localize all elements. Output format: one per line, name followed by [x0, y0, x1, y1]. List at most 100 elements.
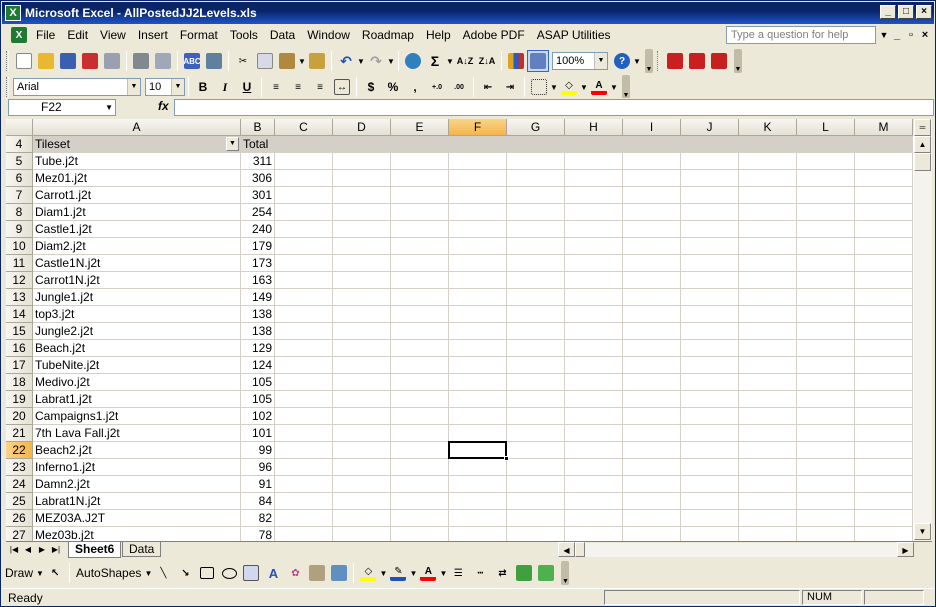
italic-button[interactable]: I	[214, 76, 236, 98]
cell-f14[interactable]	[449, 306, 507, 323]
cell-h19[interactable]	[565, 391, 623, 408]
select-objects-icon[interactable]: ↖	[44, 562, 66, 584]
align-center-icon[interactable]: ≡	[287, 76, 309, 98]
currency-button[interactable]: $	[360, 76, 382, 98]
fill-color-icon[interactable]: ◇	[357, 562, 379, 584]
format-painter-icon[interactable]	[306, 50, 328, 72]
copy-icon[interactable]	[254, 50, 276, 72]
split-box[interactable]: ═	[914, 119, 931, 136]
cell-h15[interactable]	[565, 323, 623, 340]
cell-m7[interactable]	[855, 187, 913, 204]
cell-l15[interactable]	[797, 323, 855, 340]
cell-i21[interactable]	[623, 425, 681, 442]
cell-d4[interactable]	[333, 136, 391, 153]
cell-c15[interactable]	[275, 323, 333, 340]
align-right-icon[interactable]: ≡	[309, 76, 331, 98]
menu-data[interactable]: Data	[264, 24, 301, 46]
cell-j6[interactable]	[681, 170, 739, 187]
menu-adobe-pdf[interactable]: Adobe PDF	[457, 24, 531, 46]
cell-d14[interactable]	[333, 306, 391, 323]
cell-h20[interactable]	[565, 408, 623, 425]
cell-a17[interactable]: TubeNite.j2t	[33, 357, 241, 374]
cell-a9[interactable]: Castle1.j2t	[33, 221, 241, 238]
cell-b13[interactable]: 149	[241, 289, 275, 306]
column-header-k[interactable]: K	[739, 119, 797, 136]
workbook-icon[interactable]: X	[8, 24, 30, 46]
font-color-dropdown-icon[interactable]: ▼	[610, 83, 618, 92]
last-sheet-icon[interactable]: ▶|	[50, 543, 62, 556]
cell-g6[interactable]	[507, 170, 565, 187]
convert-to-pdf-icon[interactable]	[664, 50, 686, 72]
cut-icon[interactable]: ✂	[232, 50, 254, 72]
cell-b4[interactable]: Total	[241, 136, 275, 153]
cell-b26[interactable]: 82	[241, 510, 275, 527]
cell-d10[interactable]	[333, 238, 391, 255]
undo-icon[interactable]: ↶	[335, 50, 357, 72]
cell-f13[interactable]	[449, 289, 507, 306]
cell-d20[interactable]	[333, 408, 391, 425]
print-icon[interactable]	[130, 50, 152, 72]
menu-roadmap[interactable]: Roadmap	[356, 24, 420, 46]
cell-m9[interactable]	[855, 221, 913, 238]
font-select[interactable]: Arial ▼	[13, 78, 141, 96]
cell-m6[interactable]	[855, 170, 913, 187]
cell-m27[interactable]	[855, 527, 913, 541]
cell-m14[interactable]	[855, 306, 913, 323]
scroll-right-icon[interactable]: ▶	[897, 542, 914, 557]
cell-i8[interactable]	[623, 204, 681, 221]
cell-d27[interactable]	[333, 527, 391, 541]
cell-d18[interactable]	[333, 374, 391, 391]
row-header-20[interactable]: 20	[6, 408, 33, 425]
cell-h18[interactable]	[565, 374, 623, 391]
cell-h10[interactable]	[565, 238, 623, 255]
cell-c8[interactable]	[275, 204, 333, 221]
cell-m21[interactable]	[855, 425, 913, 442]
cell-c13[interactable]	[275, 289, 333, 306]
cell-k12[interactable]	[739, 272, 797, 289]
cell-f9[interactable]	[449, 221, 507, 238]
cell-d16[interactable]	[333, 340, 391, 357]
line-color-icon[interactable]: ✎	[387, 562, 409, 584]
cell-d6[interactable]	[333, 170, 391, 187]
cell-j17[interactable]	[681, 357, 739, 374]
cell-c27[interactable]	[275, 527, 333, 541]
cell-a4[interactable]: Tileset ▼	[33, 136, 241, 153]
doc-minimize-button[interactable]: _	[890, 28, 904, 42]
row-header-4[interactable]: 4	[6, 136, 33, 153]
cell-j26[interactable]	[681, 510, 739, 527]
toolbar-options-icon[interactable]: ▼	[645, 49, 653, 73]
cell-i12[interactable]	[623, 272, 681, 289]
cell-c14[interactable]	[275, 306, 333, 323]
cell-j20[interactable]	[681, 408, 739, 425]
menu-asap-utilities[interactable]: ASAP Utilities	[531, 24, 617, 46]
column-header-f[interactable]: F	[449, 119, 507, 136]
cell-h11[interactable]	[565, 255, 623, 272]
cell-e14[interactable]	[391, 306, 449, 323]
row-header-16[interactable]: 16	[6, 340, 33, 357]
column-header-b[interactable]: B	[241, 119, 275, 136]
cell-e24[interactable]	[391, 476, 449, 493]
cell-j25[interactable]	[681, 493, 739, 510]
cell-g25[interactable]	[507, 493, 565, 510]
cell-e5[interactable]	[391, 153, 449, 170]
cell-l17[interactable]	[797, 357, 855, 374]
line-style-icon[interactable]: ☰	[447, 562, 469, 584]
cell-m22[interactable]	[855, 442, 913, 459]
autoshapes-dropdown-icon[interactable]: ▼	[144, 569, 152, 578]
fill-color-dropdown-icon[interactable]: ▼	[379, 569, 387, 578]
cell-h6[interactable]	[565, 170, 623, 187]
increase-indent-icon[interactable]: ⇥	[499, 76, 521, 98]
cell-d12[interactable]	[333, 272, 391, 289]
help-question-input[interactable]: Type a question for help	[726, 26, 876, 44]
cell-c4[interactable]	[275, 136, 333, 153]
cell-i10[interactable]	[623, 238, 681, 255]
paste-icon[interactable]	[276, 50, 298, 72]
cell-m8[interactable]	[855, 204, 913, 221]
row-header-17[interactable]: 17	[6, 357, 33, 374]
cell-j4[interactable]	[681, 136, 739, 153]
cell-f19[interactable]	[449, 391, 507, 408]
cell-g5[interactable]	[507, 153, 565, 170]
cell-f5[interactable]	[449, 153, 507, 170]
cell-l13[interactable]	[797, 289, 855, 306]
cell-j18[interactable]	[681, 374, 739, 391]
